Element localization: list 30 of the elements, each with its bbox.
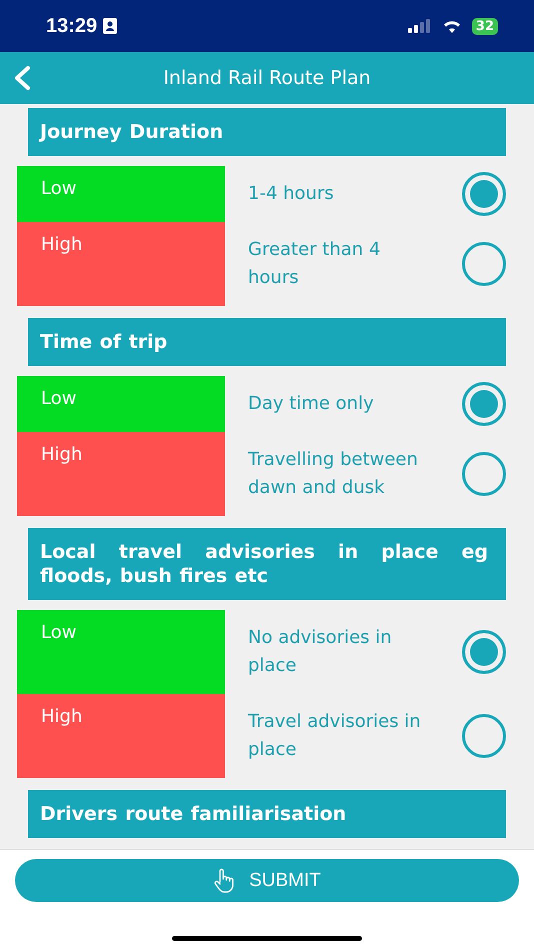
status-time: 13:29 xyxy=(46,14,98,38)
screen-title: Inland Rail Route Plan xyxy=(163,67,371,89)
option-label: No advisories in place xyxy=(247,626,393,678)
radio-button[interactable] xyxy=(462,452,506,496)
option-label: Day time only xyxy=(247,392,375,416)
option-label: 1-4 hours xyxy=(247,182,335,206)
option-label: Greater than 4 hours xyxy=(247,238,382,290)
risk-rating: High xyxy=(17,694,225,778)
submit-button[interactable]: SUBMIT xyxy=(15,859,519,902)
radio-button[interactable] xyxy=(462,172,506,216)
section-header: Time of trip xyxy=(28,318,506,366)
radio-button[interactable] xyxy=(462,714,506,758)
back-icon[interactable] xyxy=(12,65,32,91)
section-header: Local travel advisories in place eg floods, bush fires etc xyxy=(28,528,506,600)
signal-icon xyxy=(408,19,430,33)
battery-icon: 32 xyxy=(472,18,498,34)
option-label: Travelling between dawn and dusk xyxy=(247,448,419,500)
radio-button[interactable] xyxy=(462,630,506,674)
section-header: Journey Duration xyxy=(28,108,506,156)
risk-rating: Low xyxy=(17,166,225,222)
risk-rating: Low xyxy=(17,376,225,432)
risk-rating: High xyxy=(17,432,225,516)
id-badge-icon xyxy=(103,18,118,34)
risk-rating: Low xyxy=(17,610,225,694)
radio-button[interactable] xyxy=(462,242,506,286)
risk-rating: High xyxy=(17,222,225,306)
section-header: Drivers route familiarisation xyxy=(28,790,506,838)
radio-button[interactable] xyxy=(462,382,506,426)
wifi-icon xyxy=(442,19,462,33)
option-label: Travel advisories in place xyxy=(247,710,422,762)
